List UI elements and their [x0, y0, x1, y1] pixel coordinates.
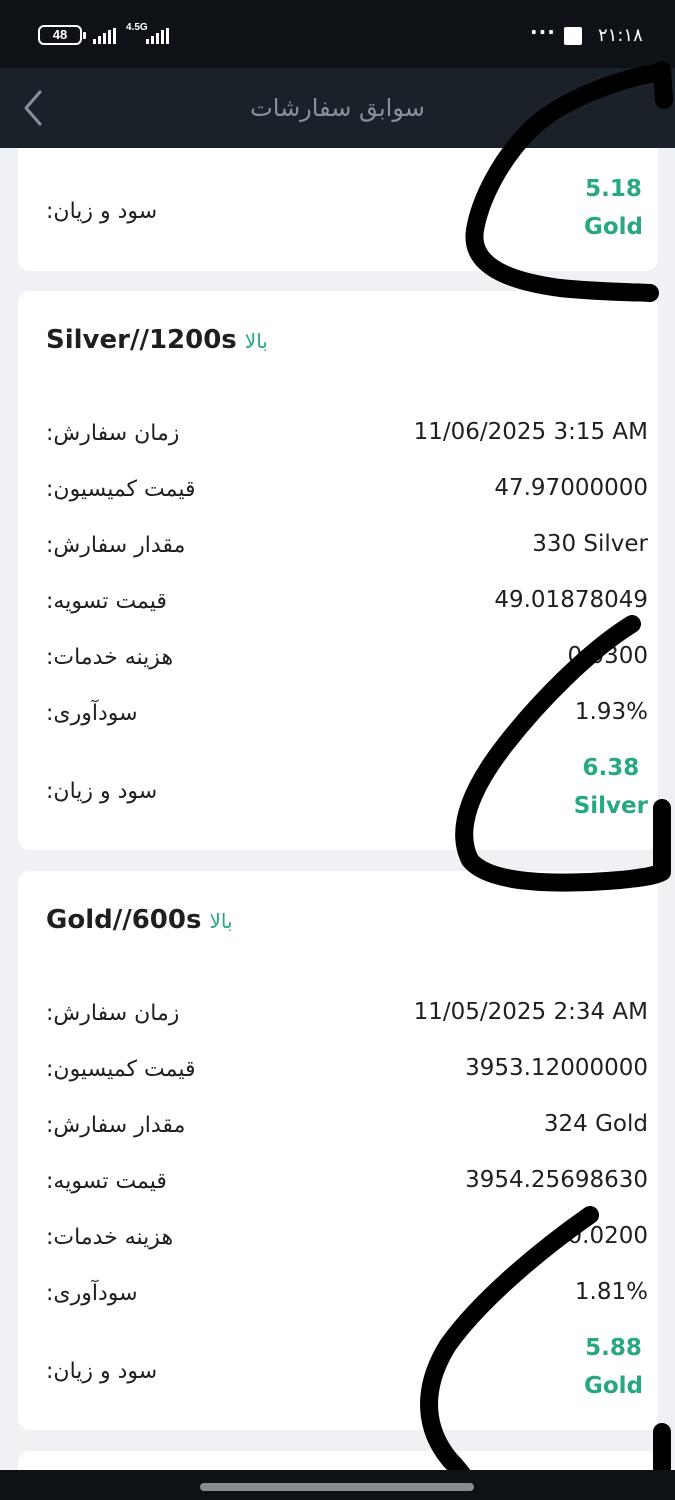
- order-amount-row: مقدار سفارش: 324 Gold: [46, 1107, 648, 1147]
- direction-tag: بالا: [244, 329, 268, 353]
- battery-icon: 48: [38, 25, 86, 45]
- service-fee-row: هزینه خدمات: 0.0300: [46, 639, 648, 679]
- pnl-amount: 5.18: [585, 176, 642, 202]
- row-value: 3953.12000000: [465, 1055, 648, 1081]
- row-label: مقدار سفارش:: [46, 533, 186, 558]
- profitability-row: سودآوری: 1.93%: [46, 695, 648, 735]
- row-label: قیمت تسویه:: [46, 589, 167, 614]
- pnl-value: 5.18 Gold: [584, 170, 643, 246]
- pnl-unit: Gold: [583, 214, 643, 240]
- order-time-row: زمان سفارش: 11/05/2025 2:34 AM: [46, 995, 648, 1035]
- order-symbol: Gold//600s بالا: [46, 905, 233, 935]
- order-amount-row: مقدار سفارش: 330 Silver: [46, 527, 648, 567]
- pnl-row: سود و زیان:: [46, 1353, 648, 1393]
- pnl-value: 6.38 Silver: [574, 749, 648, 825]
- pnl-amount: 5.88: [585, 1335, 642, 1361]
- pnl-label: سود و زیان:: [46, 1359, 158, 1384]
- row-value: 330 Silver: [532, 531, 648, 557]
- pnl-amount: 6.38: [582, 755, 640, 781]
- symbol-text: Silver//1200s: [46, 325, 237, 355]
- row-label: قیمت کمیسیون:: [46, 1057, 196, 1082]
- order-symbol: Silver//1200s بالا: [46, 325, 268, 355]
- row-label: هزینه خدمات:: [46, 1225, 174, 1250]
- network-type: 4.5G: [126, 22, 148, 33]
- pnl-unit: Gold: [583, 1373, 643, 1399]
- symbol-text: Gold//600s: [46, 905, 202, 935]
- profitability-row: سودآوری: 1.81%: [46, 1275, 648, 1315]
- status-time: ۲۱:۱۸: [598, 25, 643, 46]
- status-bar: 48 4.5G ··· ۲۱:۱۸: [0, 0, 675, 68]
- order-card[interactable]: Silver//1200s بالا زمان سفارش: 11/06/2025…: [18, 291, 658, 850]
- row-label: قیمت تسویه:: [46, 1169, 167, 1194]
- row-value: 11/06/2025 3:15 AM: [413, 419, 648, 445]
- more-notifications-icon: ···: [530, 20, 556, 44]
- row-label: سودآوری:: [46, 1281, 138, 1306]
- row-label: مقدار سفارش:: [46, 1113, 186, 1138]
- row-value: 3954.25698630: [465, 1167, 648, 1193]
- order-time-row: زمان سفارش: 11/06/2025 3:15 AM: [46, 415, 648, 455]
- pnl-value: 5.88 Gold: [584, 1329, 643, 1405]
- pnl-row: سود و زیان:: [46, 773, 648, 813]
- row-label: زمان سفارش:: [46, 1001, 180, 1026]
- pnl-label: سود و زیان:: [46, 779, 158, 804]
- order-card: سود و زیان: 5.18 Gold: [18, 148, 658, 271]
- row-value: 49.01878049: [494, 587, 648, 613]
- row-value: 1.81%: [574, 1279, 648, 1305]
- row-value: 1.93%: [574, 699, 648, 725]
- notification-square-icon: [564, 27, 582, 45]
- row-value: 0.0300: [567, 643, 648, 669]
- settlement-price-row: قیمت تسویه: 3954.25698630: [46, 1163, 648, 1203]
- row-value: 324 Gold: [543, 1111, 648, 1137]
- row-label: هزینه خدمات:: [46, 645, 174, 670]
- direction-tag: بالا: [209, 909, 233, 933]
- pnl-label: سود و زیان:: [46, 199, 158, 224]
- row-label: زمان سفارش:: [46, 421, 180, 446]
- row-label: سودآوری:: [46, 701, 138, 726]
- order-card[interactable]: Gold//600s بالا زمان سفارش: 11/05/2025 2:…: [18, 871, 658, 1430]
- pnl-row: سود و زیان:: [46, 193, 648, 233]
- service-fee-row: هزینه خدمات: 0.0200: [46, 1219, 648, 1259]
- signal-strength-icon-2: [146, 28, 169, 44]
- pnl-unit: Silver: [573, 793, 648, 819]
- commission-price-row: قیمت کمیسیون: 47.97000000: [46, 471, 648, 511]
- app-header: سوابق سفارشات: [0, 68, 675, 148]
- settlement-price-row: قیمت تسویه: 49.01878049: [46, 583, 648, 623]
- commission-price-row: قیمت کمیسیون: 3953.12000000: [46, 1051, 648, 1091]
- row-label: قیمت کمیسیون:: [46, 477, 196, 502]
- page-title: سوابق سفارشات: [250, 94, 425, 122]
- row-value: 47.97000000: [494, 475, 648, 501]
- row-value: 0.0200: [567, 1223, 648, 1249]
- signal-strength-icon: [93, 28, 116, 44]
- row-value: 11/05/2025 2:34 AM: [413, 999, 648, 1025]
- home-indicator[interactable]: [200, 1483, 474, 1491]
